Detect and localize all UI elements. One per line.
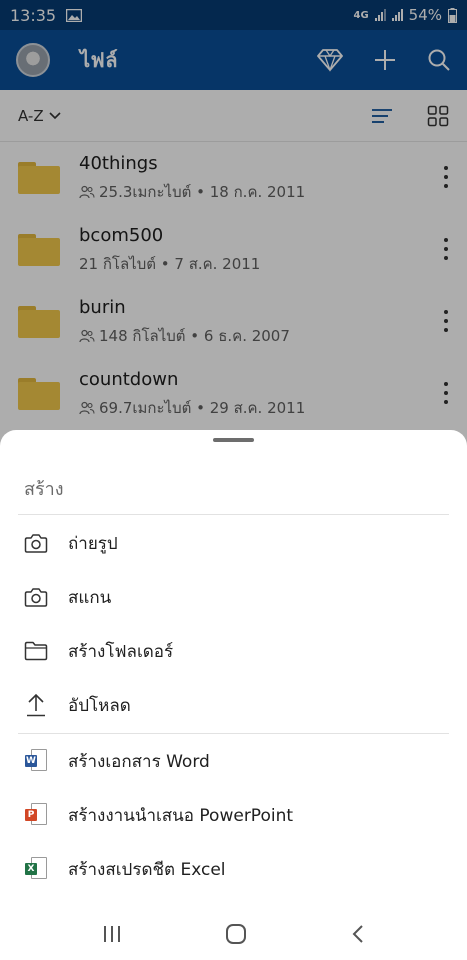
camera-icon (24, 531, 48, 555)
menu-item-label: สร้างเอกสาร Word (68, 751, 210, 772)
scan-camera-icon (24, 585, 48, 609)
menu-item-create-word[interactable]: W สร้างเอกสาร Word (0, 734, 467, 788)
menu-item-create-excel[interactable]: X สร้างสเปรดชีต Excel (0, 842, 467, 896)
menu-item-label: สร้างงานนำเสนอ PowerPoint (68, 805, 294, 826)
menu-item-label: อัปโหลด (68, 695, 131, 716)
menu-item-label: ถ่ายรูป (68, 533, 118, 554)
powerpoint-icon: P (24, 803, 48, 827)
folder-outline-icon (24, 639, 48, 663)
divider (18, 514, 449, 515)
system-nav-bar (0, 908, 467, 960)
home-icon[interactable] (225, 923, 247, 945)
menu-item-scan[interactable]: สแกน (0, 570, 467, 624)
word-icon: W (24, 749, 48, 773)
sheet-title: สร้าง (24, 479, 64, 500)
menu-item-upload[interactable]: อัปโหลด (0, 678, 467, 732)
sheet-drag-handle[interactable] (213, 438, 254, 442)
back-icon[interactable] (351, 924, 365, 944)
menu-item-create-powerpoint[interactable]: P สร้างงานนำเสนอ PowerPoint (0, 788, 467, 842)
menu-item-label: สร้างสเปรดชีต Excel (68, 859, 226, 880)
menu-item-label: สแกน (68, 587, 112, 608)
upload-icon (24, 693, 48, 717)
menu-item-take-photo[interactable]: ถ่ายรูป (0, 516, 467, 570)
create-bottom-sheet: สร้าง ถ่ายรูป สแกน สร้างโฟลเดอร์ อัปโหลด… (0, 430, 467, 960)
excel-icon: X (24, 857, 48, 881)
menu-item-label: สร้างโฟลเดอร์ (68, 641, 174, 662)
menu-item-create-folder[interactable]: สร้างโฟลเดอร์ (0, 624, 467, 678)
recent-apps-icon[interactable] (102, 925, 122, 943)
